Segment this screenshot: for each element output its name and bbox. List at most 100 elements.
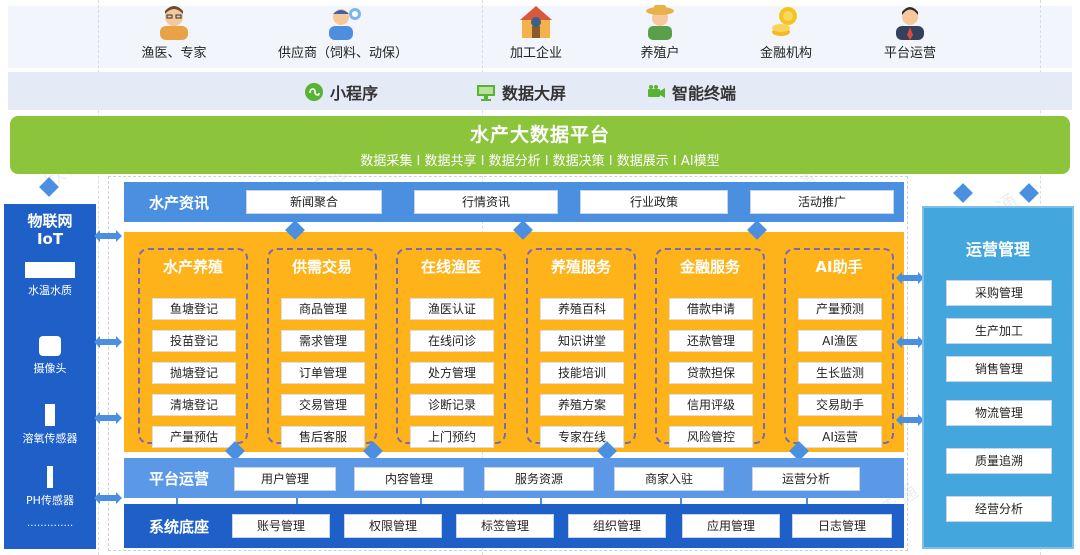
ops-item[interactable]: 生产加工 [946,318,1052,344]
module-item[interactable]: AI运营 [798,426,882,448]
module-item[interactable]: 需求管理 [281,330,365,352]
module-item[interactable]: 商品管理 [281,298,365,320]
iot-subtitle: IoT [36,230,64,248]
platform-item[interactable]: 商家入驻 [614,467,724,491]
base-item[interactable]: 日志管理 [792,514,892,538]
module-item[interactable]: 订单管理 [281,362,365,384]
channel-label: 智能终端 [672,84,737,103]
module-item[interactable]: 养殖百科 [540,298,624,320]
module-item[interactable]: 上门预约 [410,426,494,448]
device-water-sensor: 水温水质 [4,262,96,298]
module-trade: 供需交易 商品管理 需求管理 订单管理 交易管理 售后客服 [267,248,377,448]
double-arrow-icon [94,412,122,424]
module-item[interactable]: 产量预测 [798,298,882,320]
module-item[interactable]: 渔医认证 [410,298,494,320]
role-label: 养殖户 [640,46,680,61]
module-aquaculture: 水产养殖 鱼塘登记 投苗登记 抛塘登记 清塘登记 产量预估 [138,248,248,448]
module-item[interactable]: 借款申请 [669,298,753,320]
core-services-band: 水产养殖 鱼塘登记 投苗登记 抛塘登记 清塘登记 产量预估 供需交易 商品管理 … [124,232,904,452]
role-factory: 加工企业 [476,2,596,61]
device-label: 水温水质 [28,284,72,297]
module-ai-assistant: AI助手 产量预测 AI渔医 生长监测 交易助手 AI运营 [784,248,894,448]
module-item[interactable]: 还款管理 [669,330,753,352]
module-title: AI助手 [815,258,863,276]
news-item[interactable]: 行情资讯 [414,190,558,214]
ops-item[interactable]: 采购管理 [946,280,1052,306]
channel-smart-terminal[interactable]: 智能终端 [646,80,736,104]
channel-label: 数据大屏 [502,84,567,103]
double-arrow-icon [94,336,122,348]
module-item[interactable]: 技能培训 [540,362,624,384]
news-item[interactable]: 新闻聚合 [246,190,382,214]
mini-program-icon [305,83,323,101]
base-label: 系统底座 [148,518,209,536]
module-title: 金融服务 [679,258,740,276]
platform-item[interactable]: 内容管理 [354,467,464,491]
platform-item[interactable]: 服务资源 [484,467,594,491]
device-label: 摄像头 [33,362,67,375]
module-item[interactable]: 诊断记录 [410,394,494,416]
base-item[interactable]: 标签管理 [456,514,554,538]
ops-item[interactable]: 经营分析 [946,496,1052,522]
connector-diamond [1019,183,1039,203]
module-item[interactable]: 养殖方案 [540,394,624,416]
module-item[interactable]: 抛塘登记 [152,362,236,384]
role-label: 渔医、专家 [141,46,207,61]
news-label: 水产资讯 [148,194,209,212]
camera-device-icon [648,85,665,98]
module-item[interactable]: 交易助手 [798,394,882,416]
connector-diamond [953,183,973,203]
module-item[interactable]: 风险管控 [669,426,753,448]
ops-item[interactable]: 物流管理 [946,400,1052,426]
module-item[interactable]: 投苗登记 [152,330,236,352]
module-item[interactable]: 产量预估 [152,426,236,448]
module-item[interactable]: 信用评级 [669,394,753,416]
module-title: 养殖服务 [550,258,611,276]
module-item[interactable]: 清塘登记 [152,394,236,416]
water-sensor-icon [25,262,75,278]
base-item[interactable]: 组织管理 [568,514,666,538]
connector-diamond [39,177,59,197]
doctor-expert-icon [160,6,188,40]
double-arrow-icon [94,230,122,242]
news-item[interactable]: 活动推广 [750,190,894,214]
news-band: 水产资讯 新闻聚合 行情资讯 行业政策 活动推广 [124,182,904,222]
platform-item[interactable]: 运营分析 [752,467,860,491]
module-item[interactable]: 知识讲堂 [540,330,624,352]
double-arrow-icon [896,272,924,284]
double-arrow-icon [94,492,122,504]
ops-item[interactable]: 质量追溯 [946,448,1052,474]
base-item[interactable]: 应用管理 [682,514,780,538]
double-arrow-icon [896,336,924,348]
device-more: ………….. [26,518,74,529]
device-oxygen-sensor: 溶氧传感器 [4,404,96,446]
channel-big-screen[interactable]: 数据大屏 [476,80,566,104]
operator-icon [896,7,924,40]
role-label: 平台运营 [883,46,936,61]
channel-mini-program[interactable]: 小程序 [304,80,378,104]
module-item[interactable]: 处方管理 [410,362,494,384]
coin-icon [772,7,797,36]
ops-title: 运营管理 [965,240,1030,259]
module-item[interactable]: 鱼塘登记 [152,298,236,320]
big-screen-icon [477,85,495,101]
module-item[interactable]: 交易管理 [281,394,365,416]
role-doctor-expert: 渔医、专家 [114,2,234,61]
news-item[interactable]: 行业政策 [580,190,728,214]
module-item[interactable]: AI渔医 [798,330,882,352]
module-title: 供需交易 [291,258,352,276]
role-farmer: 养殖户 [600,2,720,61]
ops-item[interactable]: 销售管理 [946,356,1052,382]
module-item[interactable]: 售后客服 [281,426,365,448]
iot-panel: 物联网 IoT 水温水质 摄像头 溶氧传感器 PH传感器 ………….. [4,204,96,549]
supplier-icon [329,8,361,40]
module-finance: 金融服务 借款申请 还款管理 贷款担保 信用评级 风险管控 [655,248,765,448]
ph-sensor-icon [47,466,53,488]
module-item[interactable]: 贷款担保 [669,362,753,384]
platform-item[interactable]: 用户管理 [234,467,336,491]
module-item[interactable]: 生长监测 [798,362,882,384]
module-item[interactable]: 在线问诊 [410,330,494,352]
farmer-icon [646,5,674,40]
base-item[interactable]: 权限管理 [344,514,442,538]
base-item[interactable]: 账号管理 [232,514,330,538]
